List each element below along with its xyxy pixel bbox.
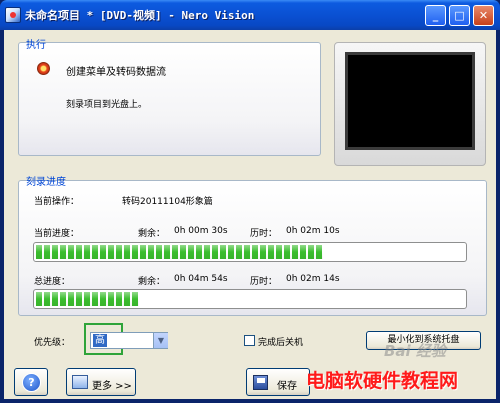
- chevron-down-icon[interactable]: ▼: [153, 333, 168, 348]
- preview-frame: [334, 42, 486, 166]
- save-button-label: 保存: [277, 381, 297, 392]
- priority-label: 优先级：: [34, 338, 71, 348]
- current-progress-fill: [36, 245, 323, 259]
- close-button[interactable]: ✕: [473, 5, 494, 26]
- save-button[interactable]: 保存: [246, 368, 310, 396]
- window-icon: [72, 375, 88, 389]
- priority-select[interactable]: 高 ▼: [90, 332, 168, 349]
- execute-group: [18, 42, 321, 156]
- burn-progress-title: 刻录进度: [26, 177, 66, 188]
- nero-app-icon: [5, 7, 21, 23]
- shutdown-label: 完成后关机: [258, 338, 304, 348]
- total-progress-label: 总进度：: [34, 277, 71, 287]
- current-progress-label: 当前进度：: [34, 229, 80, 239]
- current-progress-bar: [33, 242, 467, 262]
- more-button[interactable]: 更多 >>: [66, 368, 136, 396]
- floppy-disk-icon: [253, 375, 268, 390]
- priority-selected-value: 高: [93, 334, 107, 347]
- maximize-button[interactable]: □: [449, 5, 470, 26]
- current-operation-value: 转码20111104形象篇: [122, 197, 213, 207]
- baidu-watermark: Bai 经验: [384, 342, 446, 360]
- total-remaining-label: 剩余：: [138, 277, 166, 287]
- preview-screen: [345, 52, 475, 150]
- status-icon: [37, 62, 50, 75]
- step-detail: 刻录项目到光盘上。: [66, 100, 148, 110]
- help-icon: ?: [22, 373, 41, 392]
- shutdown-checkbox[interactable]: [244, 335, 255, 346]
- title-bar[interactable]: 未命名项目 * [DVD-视频] - Nero Vision _ □ ✕: [0, 0, 500, 30]
- help-button[interactable]: ?: [14, 368, 48, 396]
- total-elapsed-value: 0h 02m 14s: [286, 274, 340, 284]
- current-elapsed-value: 0h 02m 10s: [286, 226, 340, 236]
- more-button-label: 更多 >>: [92, 381, 132, 392]
- total-progress-bar: [33, 289, 467, 309]
- total-progress-fill: [36, 292, 139, 306]
- current-remaining-value: 0h 00m 30s: [174, 226, 228, 236]
- site-watermark: 电脑软硬件教程网: [306, 370, 459, 392]
- minimize-button[interactable]: _: [425, 5, 446, 26]
- current-elapsed-label: 历时：: [250, 229, 278, 239]
- current-remaining-label: 剩余：: [138, 229, 166, 239]
- execute-group-title: 执行: [26, 40, 46, 51]
- window-title: 未命名项目 * [DVD-视频] - Nero Vision: [25, 9, 255, 22]
- window-client-area: 执行 创建菜单及转码数据流 刻录项目到光盘上。 刻录进度 当前操作： 转码201…: [4, 30, 496, 399]
- current-operation-label: 当前操作：: [34, 197, 80, 207]
- total-elapsed-label: 历时：: [250, 277, 278, 287]
- step-title: 创建菜单及转码数据流: [66, 67, 166, 78]
- app-window: 未命名项目 * [DVD-视频] - Nero Vision _ □ ✕ 执行 …: [0, 0, 500, 403]
- total-remaining-value: 0h 04m 54s: [174, 274, 228, 284]
